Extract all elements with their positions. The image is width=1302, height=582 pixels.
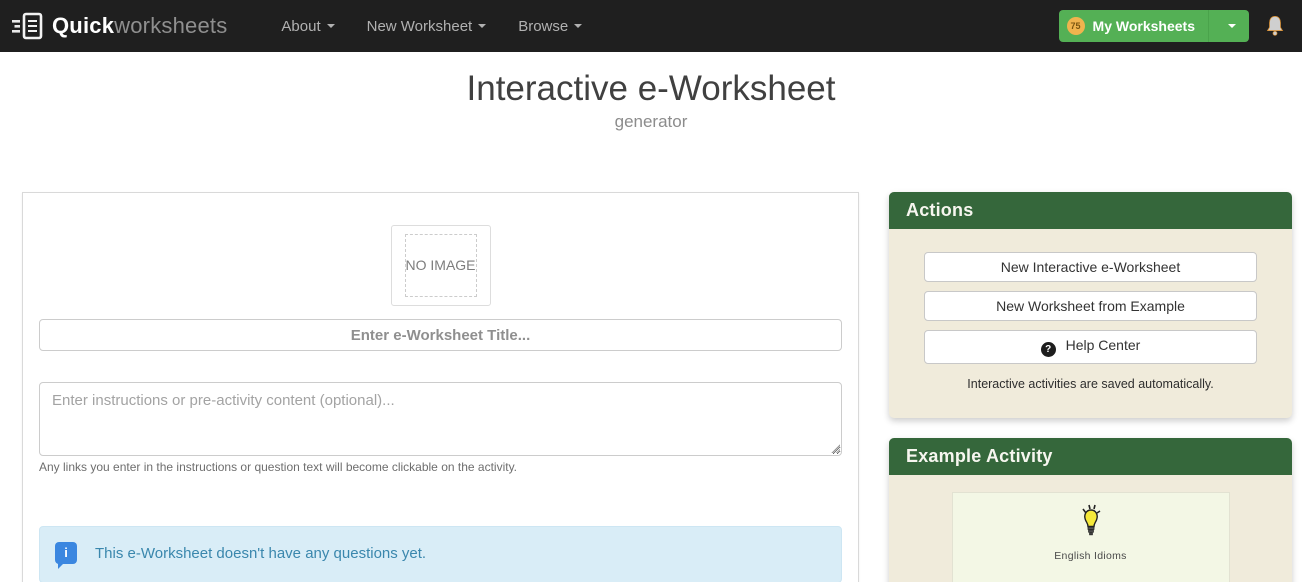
nav-item-about[interactable]: About xyxy=(265,3,350,50)
info-icon: i xyxy=(55,542,77,564)
example-activity-label: English Idioms xyxy=(953,550,1229,562)
example-activity-panel: Example Activity xyxy=(889,438,1292,582)
help-center-button[interactable]: ? Help Center xyxy=(924,330,1257,364)
page: Quickworksheets About New Worksheet Brow… xyxy=(0,0,1302,582)
actions-panel: Actions New Interactive e-Worksheet New … xyxy=(889,192,1292,418)
chevron-down-icon xyxy=(478,24,486,28)
nav-item-new-worksheet[interactable]: New Worksheet xyxy=(351,3,503,50)
page-subtitle: generator xyxy=(0,112,1302,132)
worksheet-image-placeholder[interactable]: NO IMAGE xyxy=(391,225,491,306)
content: NO IMAGE Any links you enter in the inst… xyxy=(0,192,1302,582)
worksheet-count-badge: 75 xyxy=(1067,17,1085,35)
my-worksheets-dropdown-toggle[interactable] xyxy=(1208,10,1249,42)
instructions-wrapper xyxy=(39,382,842,456)
navbar-right: 75 My Worksheets xyxy=(1059,10,1292,42)
worksheet-document-icon xyxy=(12,12,45,40)
worksheet-editor-card: NO IMAGE Any links you enter in the inst… xyxy=(22,192,859,582)
page-header: Interactive e-Worksheet generator xyxy=(0,69,1302,132)
worksheet-title-input[interactable] xyxy=(39,319,842,351)
new-worksheet-from-example-button[interactable]: New Worksheet from Example xyxy=(924,291,1257,321)
nav-links: About New Worksheet Browse xyxy=(265,3,598,50)
sidebar: Actions New Interactive e-Worksheet New … xyxy=(889,192,1292,582)
example-activity-panel-title: Example Activity xyxy=(889,438,1292,475)
nav-item-browse-label: Browse xyxy=(518,18,568,35)
nav-item-new-worksheet-label: New Worksheet xyxy=(367,18,473,35)
brand-name: Quickworksheets xyxy=(52,13,227,39)
notifications-bell-icon[interactable] xyxy=(1264,14,1286,38)
page-title: Interactive e-Worksheet xyxy=(0,69,1302,109)
chevron-down-icon xyxy=(1228,24,1236,28)
no-questions-alert: i This e-Worksheet doesn't have any ques… xyxy=(39,526,842,582)
question-mark-icon: ? xyxy=(1041,342,1056,357)
my-worksheets-label: My Worksheets xyxy=(1093,18,1195,34)
example-activity-thumbnail[interactable]: English Idioms xyxy=(952,492,1230,582)
example-activity-panel-body: English Idioms xyxy=(889,475,1292,582)
chevron-down-icon xyxy=(327,24,335,28)
no-questions-alert-text: This e-Worksheet doesn't have any questi… xyxy=(95,545,426,562)
actions-panel-body: New Interactive e-Worksheet New Workshee… xyxy=(889,229,1292,418)
autosave-note: Interactive activities are saved automat… xyxy=(924,377,1257,391)
links-helper-text: Any links you enter in the instructions … xyxy=(39,460,842,474)
help-center-label: Help Center xyxy=(1066,337,1141,353)
instructions-textarea[interactable] xyxy=(39,382,842,456)
no-image-label: NO IMAGE xyxy=(405,234,477,297)
brand-home-link[interactable]: Quickworksheets xyxy=(12,12,227,40)
actions-panel-title: Actions xyxy=(889,192,1292,229)
my-worksheets-button[interactable]: 75 My Worksheets xyxy=(1059,10,1208,42)
top-navbar: Quickworksheets About New Worksheet Brow… xyxy=(0,0,1302,52)
lightbulb-icon xyxy=(1069,529,1113,546)
nav-item-browse[interactable]: Browse xyxy=(502,3,598,50)
nav-item-about-label: About xyxy=(281,18,320,35)
chevron-down-icon xyxy=(574,24,582,28)
new-interactive-eworksheet-button[interactable]: New Interactive e-Worksheet xyxy=(924,252,1257,282)
my-worksheets-button-group: 75 My Worksheets xyxy=(1059,10,1249,42)
